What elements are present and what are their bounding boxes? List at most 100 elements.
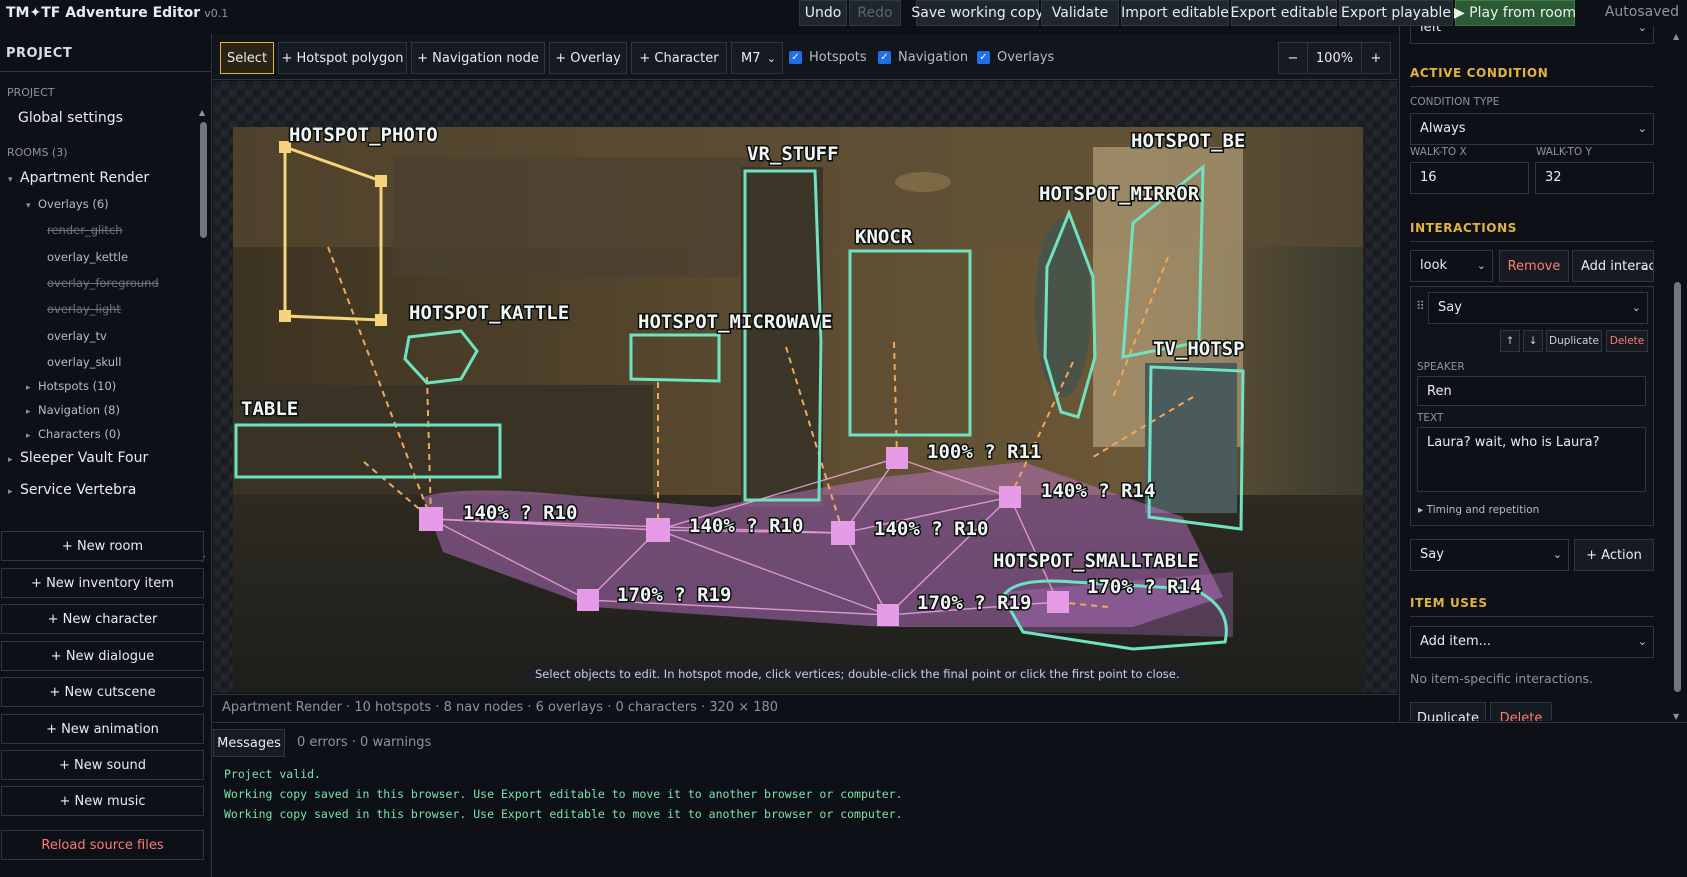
caret-down-icon: ▾ (26, 201, 31, 211)
validate-button[interactable]: Validate (1041, 0, 1119, 26)
wall-cabinets (393, 157, 763, 277)
save-working-copy-button[interactable]: Save working copy (911, 0, 1044, 26)
navigation-group[interactable]: ▸ Navigation (8) (26, 403, 120, 417)
action-type-select[interactable]: Say ⌄ (1428, 292, 1648, 324)
zoom-out-button[interactable]: − (1278, 42, 1308, 74)
tree-scroll-thumb[interactable] (200, 122, 207, 238)
hotspot-polygon-tool-button[interactable]: + Hotspot polygon (278, 42, 407, 74)
tree-scrollbar[interactable]: ▲ ▼ (198, 108, 210, 564)
duplicate-hotspot-button[interactable]: Duplicate (1410, 702, 1486, 721)
scroll-up-icon[interactable]: ▲ (199, 108, 205, 117)
move-up-button[interactable]: ↑ (1500, 330, 1520, 352)
text-label: TEXT (1417, 412, 1444, 424)
new-sound-button[interactable]: + New sound (1, 750, 204, 780)
room-scene[interactable]: HOTSPOT_PHOTO VR_STUFF HOTSPOT_BE HOTSPO… (233, 127, 1363, 693)
walk-to-y-input[interactable]: 32 (1535, 162, 1654, 194)
add-interaction-button[interactable]: Add interact ⌄ (1572, 250, 1654, 282)
play-from-room-button[interactable]: ▶ Play from room (1454, 0, 1576, 26)
overlay-item[interactable]: overlay_foreground (47, 276, 159, 290)
hotspots-group[interactable]: ▸ Hotspots (10) (26, 379, 116, 393)
timing-repetition-toggle[interactable]: ▸ Timing and repetition (1418, 504, 1539, 516)
delete-hotspot-button[interactable]: Delete (1490, 702, 1552, 721)
item-uses-heading: ITEM USES (1410, 596, 1488, 610)
label-hotspot-be: HOTSPOT_BE (1131, 130, 1245, 152)
nav-node[interactable] (999, 486, 1021, 508)
overlay-item[interactable]: render_glitch (47, 223, 123, 237)
hotspots-toggle[interactable]: ✓ Hotspots (789, 50, 867, 65)
facing-select[interactable]: left ⌄ (1410, 26, 1654, 44)
add-item-select[interactable]: Add item... ⌄ (1410, 626, 1654, 658)
characters-group[interactable]: ▸ Characters (0) (26, 427, 121, 441)
room-canvas[interactable]: HOTSPOT_PHOTO VR_STUFF HOTSPOT_BE HOTSPO… (213, 81, 1398, 693)
label-nav-node: 140% ? R10 (874, 518, 988, 540)
label-nav-node: 170% ? R19 (617, 584, 731, 606)
overlay-item[interactable]: overlay_tv (47, 329, 107, 343)
messages-tab[interactable]: Messages (213, 729, 285, 757)
new-animation-button[interactable]: + New animation (1, 714, 204, 744)
checkbox-checked-icon[interactable]: ✓ (789, 51, 802, 64)
scroll-down-icon[interactable]: ▼ (1673, 712, 1679, 721)
character-tool-button[interactable]: + Character (631, 42, 727, 74)
remove-interaction-button[interactable]: Remove (1499, 250, 1569, 282)
divider (1410, 616, 1654, 617)
nav-node[interactable] (646, 518, 670, 542)
overlay-item[interactable]: overlay_kettle (47, 250, 128, 264)
nav-node[interactable] (577, 589, 599, 611)
new-room-button[interactable]: + New room (1, 531, 204, 561)
delete-action-button[interactable]: Delete (1606, 330, 1648, 352)
new-dialogue-button[interactable]: + New dialogue (1, 641, 204, 671)
room-item-apartment-render[interactable]: ▾ Apartment Render (8, 170, 149, 186)
import-editable-button[interactable]: Import editable (1121, 0, 1229, 26)
new-music-button[interactable]: + New music (1, 786, 204, 816)
overlays-toggle[interactable]: ✓ Overlays (977, 50, 1054, 65)
overlay-item[interactable]: overlay_skull (47, 355, 121, 369)
reload-source-files-button[interactable]: Reload source files (1, 830, 204, 860)
navigation-toggle[interactable]: ✓ Navigation (878, 50, 968, 65)
inspector-scroll-thumb[interactable] (1674, 282, 1681, 692)
nav-node[interactable] (1047, 591, 1069, 613)
select-tool-button[interactable]: Select (220, 42, 274, 74)
condition-type-select[interactable]: Always ⌄ (1410, 113, 1654, 145)
overlay-item[interactable]: overlay_light (47, 302, 121, 316)
duplicate-action-button[interactable]: Duplicate (1546, 330, 1602, 352)
new-inventory-item-button[interactable]: + New inventory item (1, 568, 204, 598)
overlay-tool-button[interactable]: + Overlay (549, 42, 627, 74)
label-nav-node: 140% ? R14 (1041, 480, 1155, 502)
app-version: v0.1 (204, 7, 229, 20)
label-nav-node: 140% ? R10 (689, 515, 803, 537)
verb-select[interactable]: look ⌄ (1410, 250, 1493, 282)
room-item-service-vertebra[interactable]: ▸ Service Vertebra (8, 482, 136, 498)
drag-handle-icon[interactable]: ⠿ (1416, 299, 1425, 313)
scroll-up-icon[interactable]: ▲ (1673, 32, 1679, 41)
nav-node[interactable] (831, 521, 855, 545)
zoom-preset-select[interactable]: M7 ⌄ (731, 42, 783, 74)
navigation-node-tool-button[interactable]: + Navigation node (411, 42, 545, 74)
undo-button[interactable]: Undo (799, 0, 847, 26)
nav-node[interactable] (419, 507, 443, 531)
redo-button[interactable]: Redo (849, 0, 901, 26)
label-nav-node: 100% ? R11 (927, 441, 1041, 463)
inspector-scrollbar[interactable]: ▲ ▼ (1670, 32, 1684, 721)
checkbox-checked-icon[interactable]: ✓ (977, 51, 990, 64)
new-cutscene-button[interactable]: + New cutscene (1, 677, 204, 707)
condition-type-label: CONDITION TYPE (1410, 96, 1500, 108)
move-down-button[interactable]: ↓ (1523, 330, 1543, 352)
overlays-group[interactable]: ▾ Overlays (6) (26, 197, 109, 211)
new-character-button[interactable]: + New character (1, 604, 204, 634)
speaker-input[interactable]: Ren (1417, 376, 1646, 406)
export-editable-button[interactable]: Export editable (1230, 0, 1338, 26)
room-item-sleeper-vault-four[interactable]: ▸ Sleeper Vault Four (8, 450, 148, 466)
walk-to-x-input[interactable]: 16 (1410, 162, 1529, 194)
nav-node[interactable] (877, 604, 899, 626)
sidebar-header: PROJECT (0, 34, 211, 72)
checkbox-checked-icon[interactable]: ✓ (878, 51, 891, 64)
label-table: TABLE (241, 398, 298, 420)
export-playable-button[interactable]: Export playable (1339, 0, 1453, 26)
tv-shape (1145, 363, 1237, 513)
add-action-button[interactable]: + Action (1574, 539, 1654, 571)
new-action-type-select[interactable]: Say ⌄ (1410, 539, 1569, 571)
zoom-in-button[interactable]: + (1361, 42, 1391, 74)
dialogue-text-area[interactable]: Laura? wait, who is Laura? (1417, 427, 1646, 492)
nav-node[interactable] (886, 447, 908, 469)
global-settings-item[interactable]: Global settings (18, 110, 123, 126)
